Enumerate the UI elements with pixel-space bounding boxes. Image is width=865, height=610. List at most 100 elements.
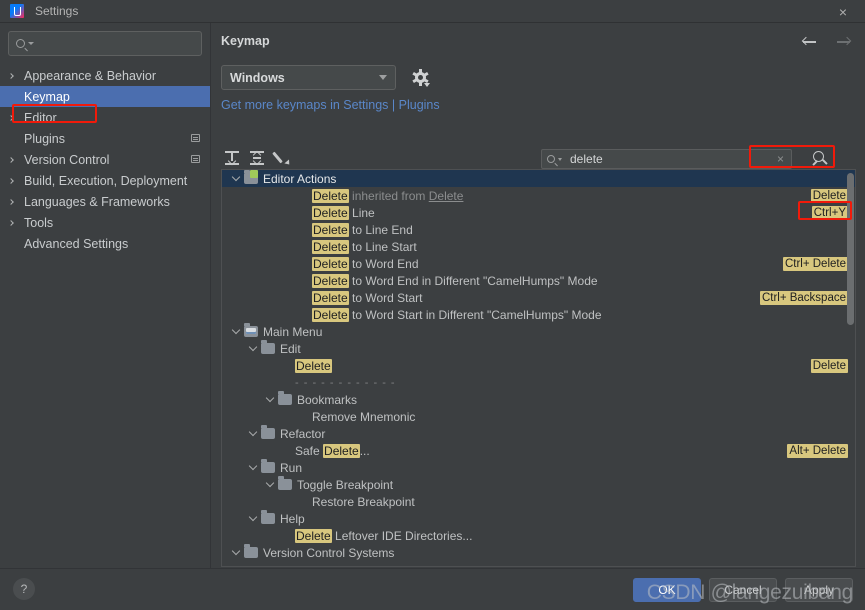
folder-icon [244,544,258,558]
tree-row-label: - - - - - - - - - - - - [295,376,396,389]
tree-row[interactable]: Delete Leftover IDE Directories... [222,527,855,544]
sidebar-item-tools[interactable]: Tools [0,212,210,233]
clear-search-icon[interactable]: × [777,152,784,166]
expand-all-icon[interactable] [223,148,243,168]
chevron-right-icon [8,72,20,79]
chevron-right-icon [8,156,20,163]
match-highlight: Delete [312,222,349,237]
chevron-down-icon[interactable] [262,393,278,403]
ok-button[interactable]: OK [633,578,701,602]
tree-row[interactable]: Toggle Breakpoint [222,476,855,493]
chevron-down-icon[interactable] [245,512,261,522]
tree-row-suffix: Leftover IDE Directories... [331,528,473,543]
keymap-tree[interactable]: Editor Actions Delete inherited from Dele… [221,169,856,567]
sidebar-search-wrap [0,23,210,62]
chevron-down-icon[interactable] [245,461,261,471]
tree-scrollbar[interactable] [847,173,854,325]
tree-row[interactable]: Delete inherited from Delete Delete [222,187,855,204]
close-icon[interactable]: × [835,4,851,20]
panel-nav-arrows [801,34,852,50]
chevron-down-icon[interactable] [228,172,244,182]
sidebar-item-editor[interactable]: Editor [0,107,210,128]
dialog-footer: ? OK Cancel Apply CSDN @langezuibang [0,568,865,610]
tree-row[interactable]: Bookmarks [222,391,855,408]
tree-row[interactable]: Delete to Word End in Different "CamelHu… [222,272,855,289]
tree-row-label: Delete [295,358,332,373]
window-title: Settings [35,4,79,18]
shortcut-badge: Ctrl+ Delete [782,256,848,271]
chevron-down-icon[interactable] [262,478,278,488]
match-highlight: Delete [295,358,332,373]
keymap-select[interactable]: Windows [221,65,396,90]
inherited-from-link[interactable]: Delete [429,189,464,203]
tree-row-suffix: ... [359,443,370,458]
sidebar-item-label: Advanced Settings [24,236,129,251]
gear-icon[interactable] [412,69,430,87]
cancel-button[interactable]: Cancel [709,578,777,602]
tree-row-label: Delete to Line End [312,222,413,237]
tree-row-label: Remove Mnemonic [312,409,416,424]
tree-row[interactable]: Main Menu [222,323,855,340]
find-by-shortcut-icon[interactable] [811,150,829,168]
tree-row[interactable]: Delete Delete [222,357,855,374]
collapse-all-icon[interactable] [248,148,268,168]
sidebar-item-plugins[interactable]: Plugins [0,128,210,149]
sidebar-item-build-execution-deployment[interactable]: Build, Execution, Deployment [0,170,210,191]
shortcut-badge: Alt+ Delete [787,443,848,458]
tree-row[interactable]: Delete Line Ctrl+Y [222,204,855,221]
sidebar-item-label: Keymap [24,89,70,104]
dialog-buttons: OK Cancel Apply [633,578,853,602]
sidebar-item-languages-frameworks[interactable]: Languages & Frameworks [0,191,210,212]
tree-row[interactable]: - - - - - - - - - - - - [222,374,855,391]
folder-icon [261,425,275,439]
chevron-down-icon[interactable] [228,325,244,335]
folder-green-icon [244,170,258,184]
tree-row[interactable]: Delete to Word Start in Different "Camel… [222,306,855,323]
tree-row[interactable]: Delete to Word End Ctrl+ Delete [222,255,855,272]
match-highlight: Delete [312,290,349,305]
sidebar-nav-list: Appearance & Behavior Keymap Editor Plugins… [0,65,210,254]
chevron-down-icon[interactable] [228,546,244,556]
chevron-right-icon [8,114,20,121]
tree-row[interactable]: Help [222,510,855,527]
edit-pencil-icon[interactable] [272,148,293,168]
tree-row-suffix: to Word End [348,256,419,271]
search-icon [16,39,25,48]
tree-row[interactable]: Safe Delete... Alt+ Delete [222,442,855,459]
tree-row[interactable]: Delete to Line End [222,221,855,238]
shortcut-badge: Ctrl+Y [811,205,848,220]
tree-row[interactable]: Restore Breakpoint [222,493,855,510]
tree-row[interactable]: Version Control Systems [222,544,855,561]
tree-row[interactable]: Edit [222,340,855,357]
chevron-down-icon[interactable] [245,427,261,437]
sidebar-item-keymap[interactable]: Keymap [0,86,210,107]
get-more-keymaps-link[interactable]: Get more keymaps in Settings | Plugins [221,98,440,112]
tree-row[interactable]: Run [222,459,855,476]
back-arrow-icon[interactable] [801,34,818,50]
tree-row[interactable]: Editor Actions [222,170,855,187]
tree-row[interactable]: Refactor [222,425,855,442]
tree-row-label: Run [280,460,303,475]
tree-row-suffix: to Word Start [348,290,423,305]
tree-row-label: Help [280,511,305,526]
settings-search-input[interactable] [8,31,202,56]
sidebar-item-advanced-settings[interactable]: Advanced Settings [0,233,210,254]
match-highlight: Delete [312,239,349,254]
tree-row-suffix: to Line Start [348,239,417,254]
tree-row[interactable]: Delete to Word Start Ctrl+ Backspace [222,289,855,306]
tree-row[interactable]: Remove Mnemonic [222,408,855,425]
help-button[interactable]: ? [13,578,35,600]
apply-button[interactable]: Apply [785,578,853,602]
sidebar-item-version-control[interactable]: Version Control [0,149,210,170]
sidebar-item-label: Version Control [24,152,110,167]
chevron-down-icon [379,75,387,80]
chevron-right-icon [8,198,20,205]
tree-row-label: Editor Actions [263,171,337,186]
title-bar: Settings × [0,0,865,23]
folder-icon [278,476,292,490]
sidebar-item-appearance-behavior[interactable]: Appearance & Behavior [0,65,210,86]
chevron-down-icon[interactable] [245,342,261,352]
forward-arrow-icon[interactable] [835,34,852,50]
tree-row[interactable]: Delete to Line Start [222,238,855,255]
keymap-search-input[interactable]: delete × [541,149,792,169]
